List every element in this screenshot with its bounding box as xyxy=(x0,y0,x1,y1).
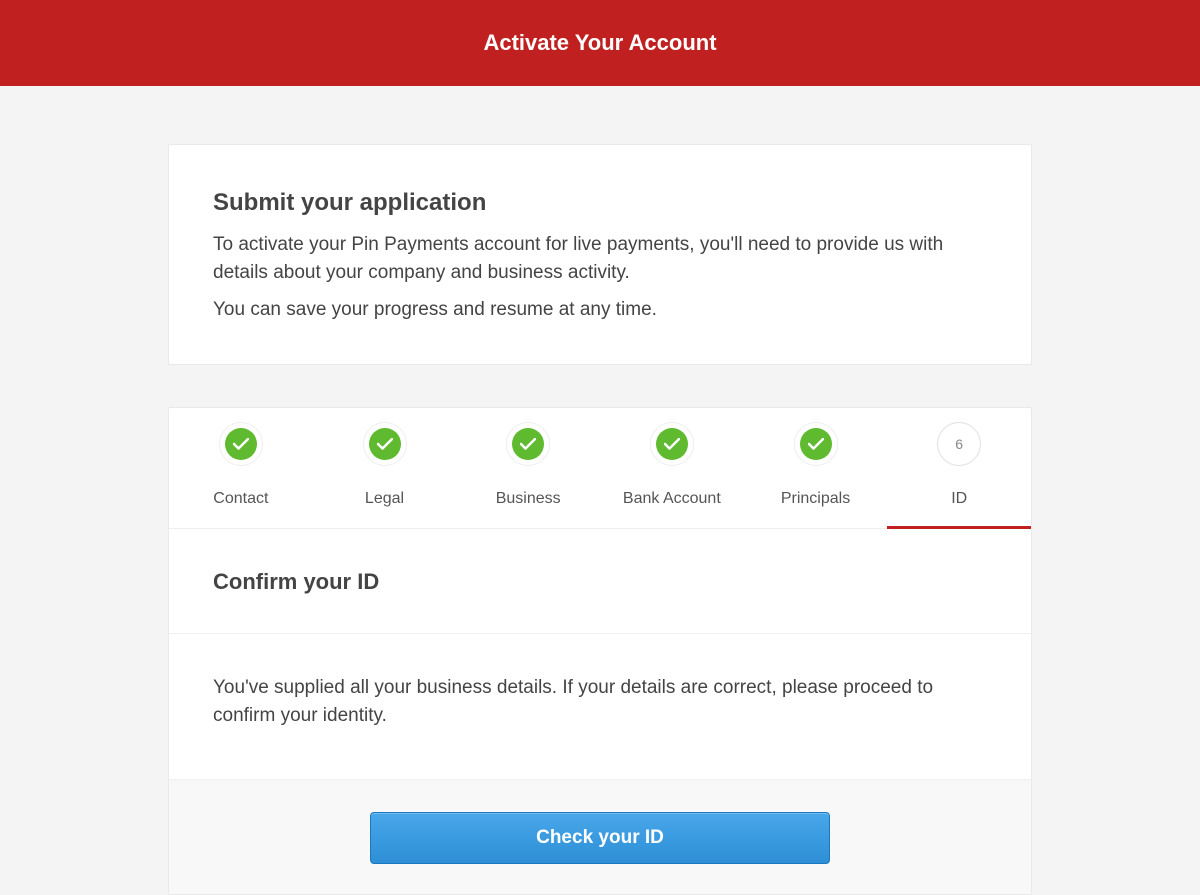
step-label: Legal xyxy=(365,490,404,508)
step-id[interactable]: 6 ID xyxy=(887,422,1031,528)
step-indicator xyxy=(794,422,838,466)
check-icon xyxy=(225,428,257,460)
stepper: Contact Legal Business xyxy=(169,408,1031,529)
step-label: Principals xyxy=(781,490,850,508)
intro-heading: Submit your application xyxy=(213,189,987,217)
intro-paragraph-2: You can save your progress and resume at… xyxy=(213,296,987,324)
step-principals[interactable]: Principals xyxy=(744,422,888,528)
check-icon xyxy=(512,428,544,460)
step-contact[interactable]: Contact xyxy=(169,422,313,528)
check-your-id-button[interactable]: Check your ID xyxy=(370,812,830,864)
step-label: Business xyxy=(496,490,561,508)
step-business[interactable]: Business xyxy=(456,422,600,528)
step-indicator xyxy=(506,422,550,466)
check-icon xyxy=(800,428,832,460)
step-number: 6 xyxy=(943,428,975,460)
step-indicator: 6 xyxy=(937,422,981,466)
page-header: Activate Your Account xyxy=(0,0,1200,86)
panel-title: Confirm your ID xyxy=(169,529,1031,634)
intro-paragraph-1: To activate your Pin Payments account fo… xyxy=(213,231,987,286)
step-label: Bank Account xyxy=(623,490,721,508)
panel-body: You've supplied all your business detail… xyxy=(169,634,1031,780)
page-content: Submit your application To activate your… xyxy=(168,86,1032,895)
panel-actions: Check your ID xyxy=(169,780,1031,894)
intro-card: Submit your application To activate your… xyxy=(168,144,1032,365)
step-indicator xyxy=(650,422,694,466)
step-legal[interactable]: Legal xyxy=(313,422,457,528)
check-icon xyxy=(369,428,401,460)
step-label: ID xyxy=(951,490,967,508)
page-title: Activate Your Account xyxy=(483,30,716,56)
step-indicator xyxy=(363,422,407,466)
step-label: Contact xyxy=(213,490,268,508)
step-indicator xyxy=(219,422,263,466)
stepper-card: Contact Legal Business xyxy=(168,407,1032,895)
step-bank-account[interactable]: Bank Account xyxy=(600,422,744,528)
check-icon xyxy=(656,428,688,460)
